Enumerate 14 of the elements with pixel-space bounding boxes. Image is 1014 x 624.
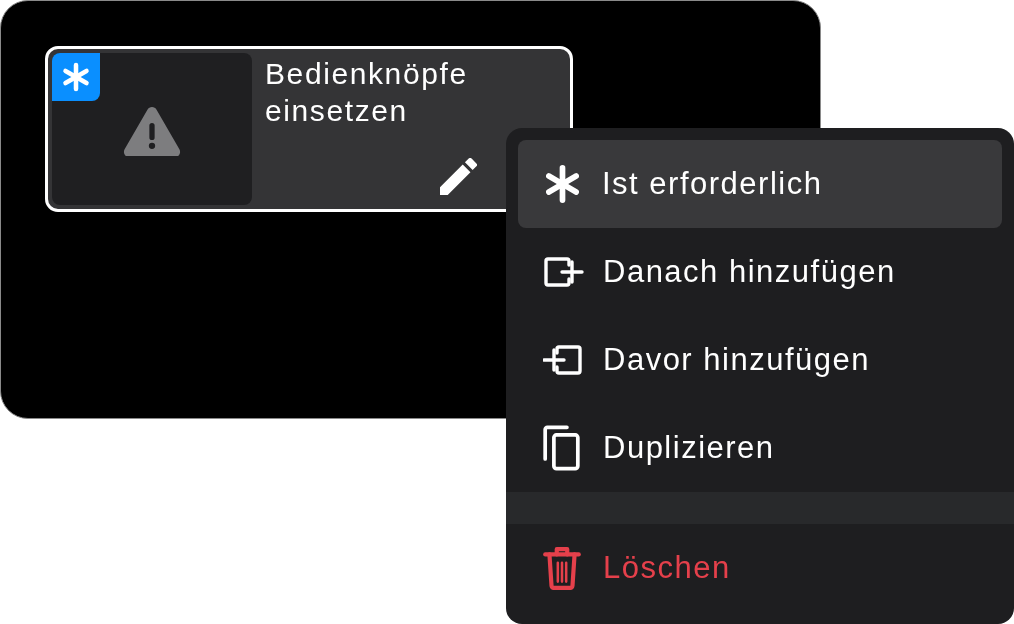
card-title: Bedienknöpfe einsetzen [265,56,469,129]
menu-item[interactable]: Löschen [518,524,1002,612]
menu-item[interactable]: Duplizieren [518,404,1002,492]
menu-item[interactable]: Ist erforderlich [518,140,1002,228]
step-card[interactable]: Bedienknöpfe einsetzen [45,46,573,212]
pencil-icon[interactable] [440,158,477,195]
add-after-icon [543,257,585,287]
menu-item[interactable]: Danach hinzufügen [518,228,1002,316]
add-before-icon [543,345,585,375]
warning-icon [123,106,181,156]
asterisk-icon [546,165,579,203]
menu-item[interactable]: Davor hinzufügen [518,316,1002,404]
copy-icon [543,425,580,471]
trash-icon [543,546,581,590]
